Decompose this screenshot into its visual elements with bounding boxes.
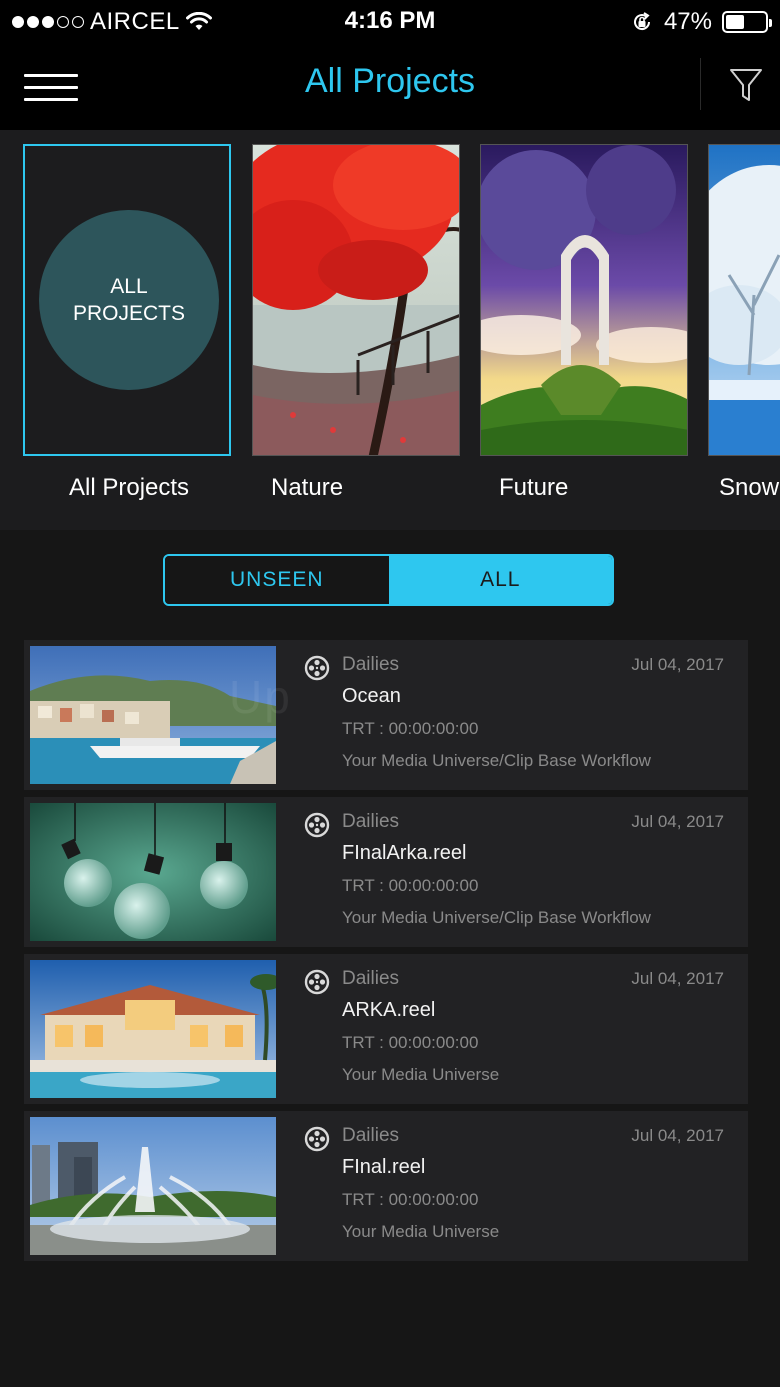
film-reel-icon <box>304 1126 330 1152</box>
segment-unseen[interactable]: UNSEEN <box>165 556 389 604</box>
category-future[interactable]: Future <box>480 144 688 501</box>
category-label: Future <box>499 474 569 501</box>
status-bar: AIRCEL 4:16 PM 47% <box>0 0 780 44</box>
nav-divider <box>700 58 701 110</box>
project-path: Your Media Universe/Clip Base Workflow <box>342 908 651 927</box>
project-row[interactable]: Dailies Jul 04, 2017 FInalArka.reel TRT … <box>24 797 748 947</box>
category-strip[interactable]: ALL PROJECTS All Projects Nature Future … <box>0 130 780 530</box>
project-trt: TRT : 00:00:00:00 <box>342 1190 479 1209</box>
project-category: Dailies <box>342 968 400 989</box>
category-nature[interactable]: Nature <box>252 144 460 501</box>
status-right: 47% <box>630 8 772 36</box>
project-title: FInalArka.reel <box>342 842 467 864</box>
project-date: Jul 04, 2017 <box>631 812 724 831</box>
project-path: Your Media Universe <box>342 1065 500 1084</box>
project-trt: TRT : 00:00:00:00 <box>342 876 479 895</box>
project-date: Jul 04, 2017 <box>631 655 724 674</box>
category-label: All Projects <box>69 474 190 501</box>
bulbs-thumbnail <box>30 803 276 941</box>
future-image <box>480 144 688 456</box>
category-all-projects[interactable]: ALL PROJECTS All Projects <box>23 144 231 501</box>
project-title: FInal.reel <box>342 1156 426 1178</box>
project-trt: TRT : 00:00:00:00 <box>342 719 479 738</box>
seen-filter-segment[interactable]: UNSEEN ALL <box>163 554 614 606</box>
project-list[interactable]: Up Dailies Jul 04, 2017 Ocean TRT : 00:0… <box>0 618 780 1387</box>
category-snow[interactable]: Snow <box>708 144 780 501</box>
snow-image <box>708 144 780 456</box>
watermark-text: Up <box>229 671 292 723</box>
film-reel-icon <box>304 969 330 995</box>
project-title: Ocean <box>342 685 401 707</box>
rotation-lock-icon <box>633 12 650 31</box>
segment-area: UNSEEN ALL <box>0 530 780 618</box>
category-label: Snow <box>719 474 780 501</box>
project-date: Jul 04, 2017 <box>631 969 724 988</box>
villa-thumbnail <box>30 960 276 1098</box>
category-label: Nature <box>271 474 344 501</box>
page-title: All Projects <box>304 62 476 100</box>
project-title: ARKA.reel <box>342 999 436 1021</box>
project-path: Your Media Universe/Clip Base Workflow <box>342 751 651 770</box>
project-path: Your Media Universe <box>342 1222 500 1241</box>
fountain-thumbnail <box>30 1117 276 1255</box>
battery-icon <box>722 11 772 33</box>
project-date: Jul 04, 2017 <box>631 1126 724 1145</box>
category-thumb: ALL PROJECTS <box>23 144 231 456</box>
film-reel-icon <box>304 812 330 838</box>
film-reel-icon <box>304 655 330 681</box>
project-category: Dailies <box>342 654 400 675</box>
battery-fill <box>726 15 744 29</box>
project-trt: TRT : 00:00:00:00 <box>342 1033 479 1052</box>
all-projects-circle: ALL PROJECTS <box>39 210 219 390</box>
project-category: Dailies <box>342 811 400 832</box>
project-row[interactable]: Dailies Jul 04, 2017 ARKA.reel TRT : 00:… <box>24 954 748 1104</box>
project-row[interactable]: Up Dailies Jul 04, 2017 Ocean TRT : 00:0… <box>24 640 748 790</box>
project-row[interactable]: Dailies Jul 04, 2017 FInal.reel TRT : 00… <box>24 1111 748 1261</box>
segment-all[interactable]: ALL <box>388 556 612 604</box>
nav-bar: All Projects <box>0 44 780 130</box>
filter-icon[interactable] <box>728 66 764 104</box>
battery-percent: 47% <box>663 8 712 35</box>
project-category: Dailies <box>342 1125 400 1146</box>
nature-image <box>252 144 460 456</box>
